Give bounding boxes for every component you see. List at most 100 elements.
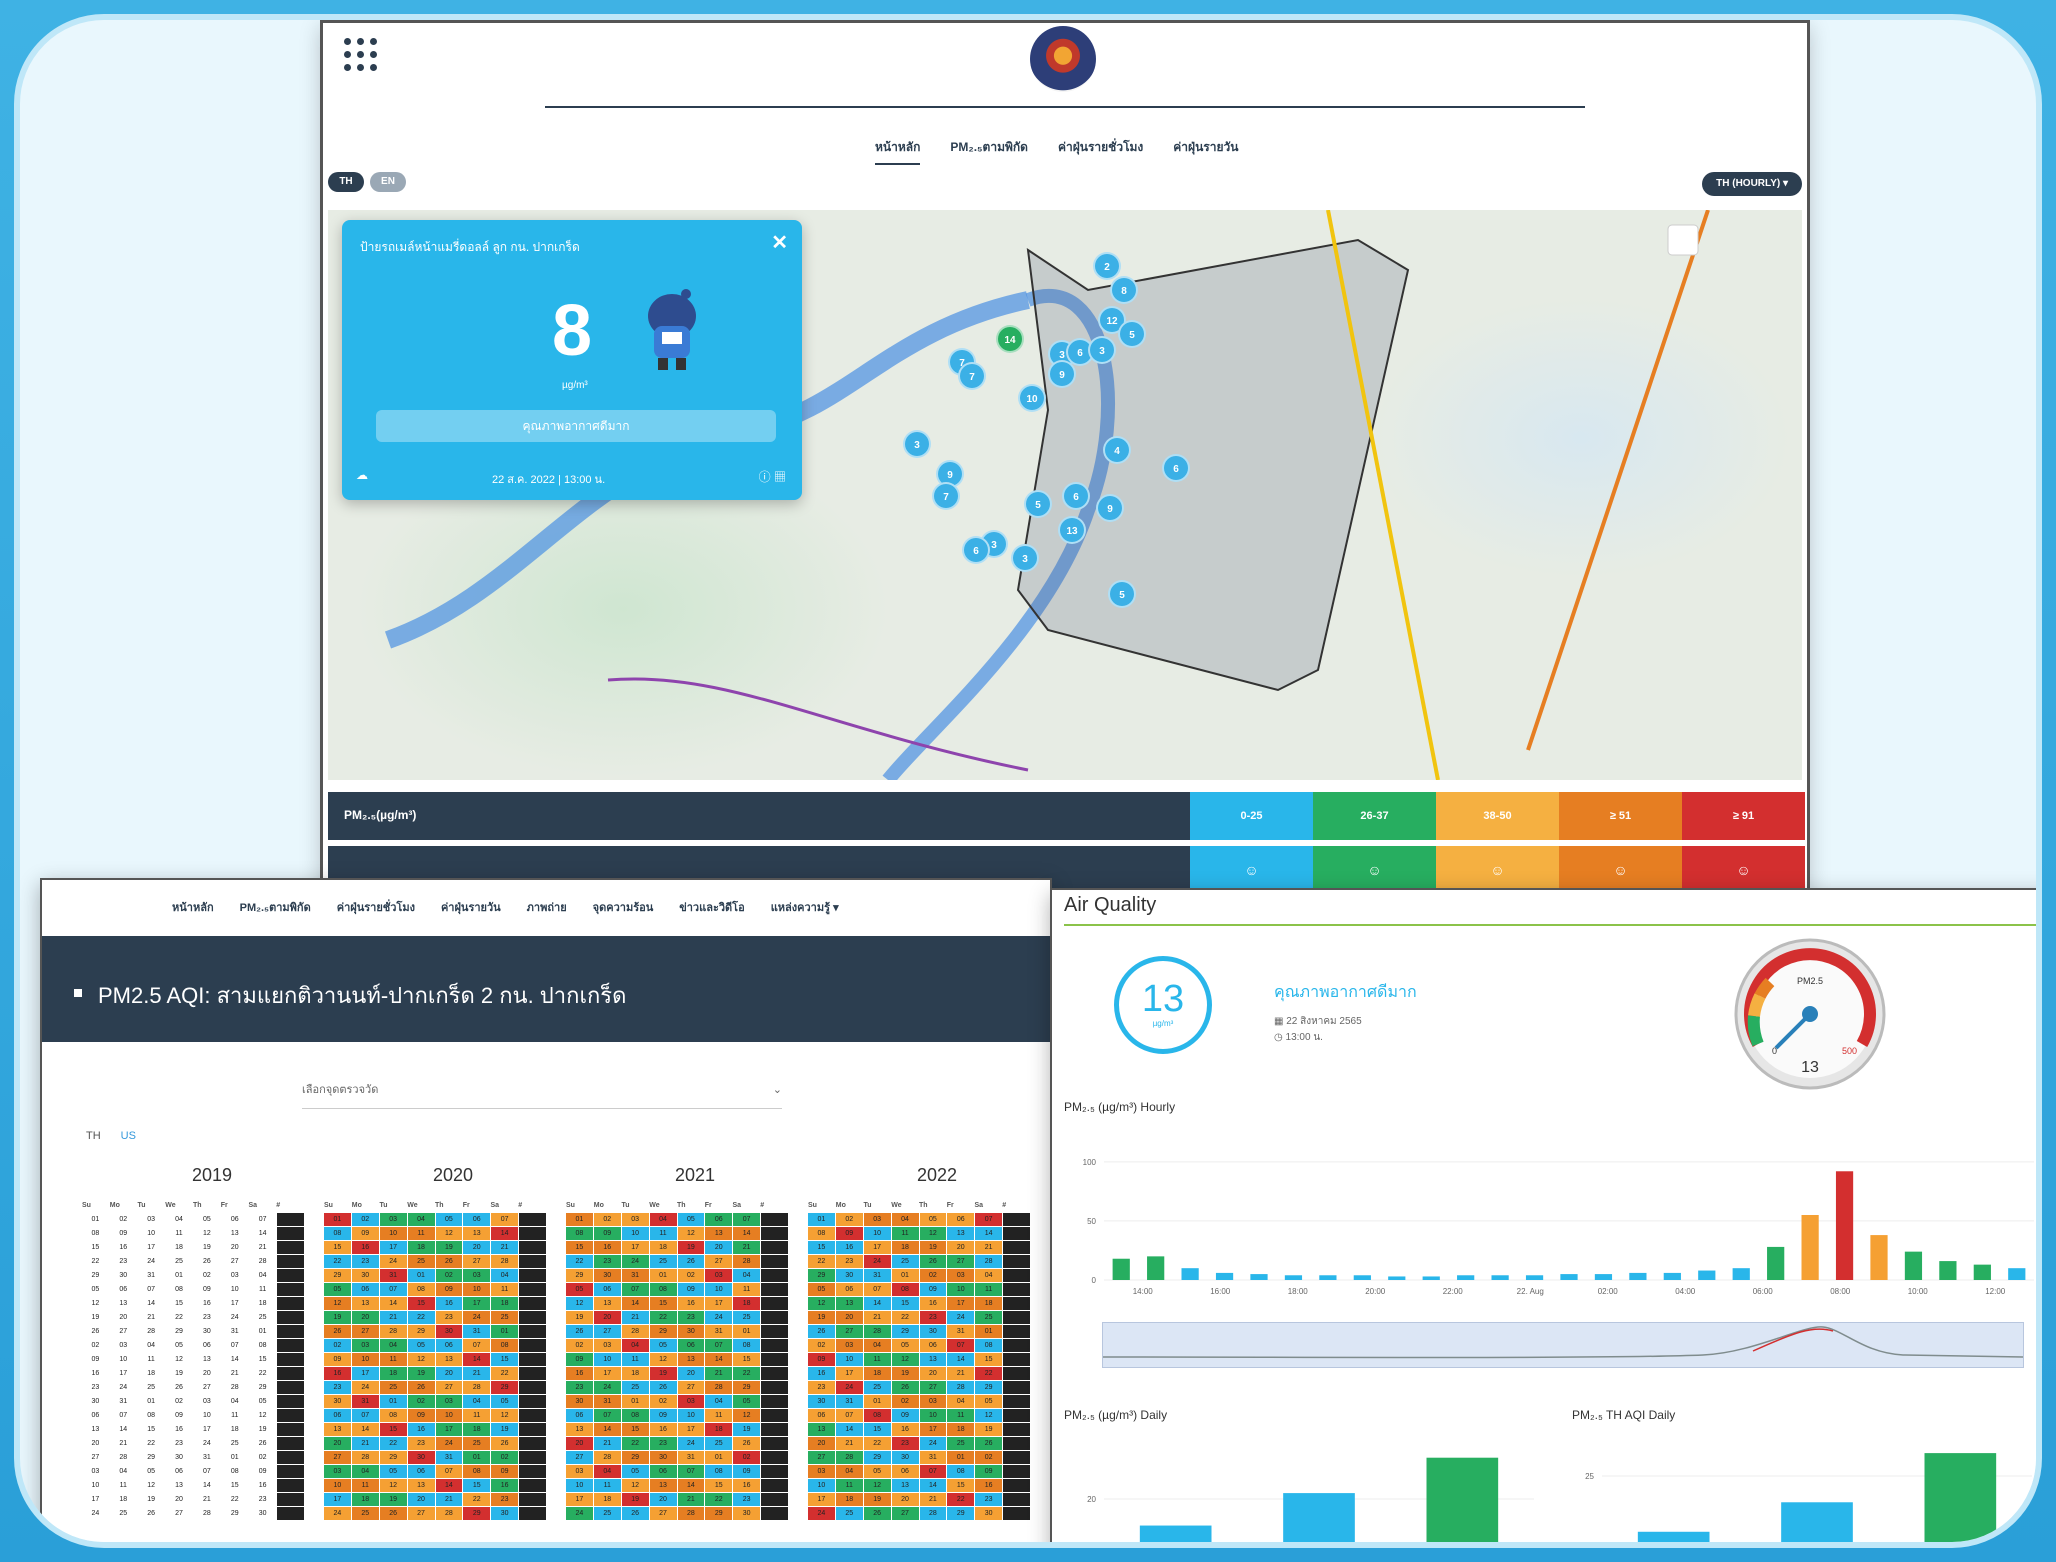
calendar-day-cell: 08 <box>705 1465 733 1478</box>
calendar-day-cell: 30 <box>593 1269 621 1282</box>
nav2-home[interactable]: หน้าหลัก <box>172 898 214 916</box>
calendar-day-cell: 18 <box>147 1370 156 1377</box>
week-number-cell <box>519 1213 546 1226</box>
calendar-day-cell: 12 <box>808 1297 835 1310</box>
map-station-marker[interactable]: 6 <box>1162 454 1190 482</box>
map-station-marker[interactable]: 4 <box>1103 436 1131 464</box>
calendar-day-cell: 27 <box>919 1381 947 1394</box>
calendar-day-cell: 18 <box>947 1423 975 1436</box>
mode-dropdown[interactable]: TH (HOURLY) ▾ <box>1702 172 1802 196</box>
calendar-day-cell: 21 <box>835 1437 863 1450</box>
map-station-marker[interactable]: 14 <box>996 325 1024 353</box>
map-station-marker[interactable]: 6 <box>962 536 990 564</box>
week-number-cell <box>277 1465 304 1478</box>
weekday-label: Th <box>193 1202 202 1209</box>
nav2-daily[interactable]: ค่าฝุ่นรายวัน <box>441 898 501 916</box>
calendar-day-cell: 19 <box>91 1314 100 1321</box>
nav-hourly[interactable]: ค่าฝุ่นรายชั่วโมง <box>1058 138 1143 165</box>
calendar-day-cell: 15 <box>324 1241 351 1254</box>
mascot-orange-icon: ☺ <box>1559 846 1682 894</box>
lang-en-toggle[interactable]: EN <box>370 172 406 192</box>
calendar-day-cell: 18 <box>351 1493 379 1506</box>
map-view[interactable]: 2 8 12 5 3 14 6 3 9 7 10 7 4 9 3 7 6 9 5 13 3 6 3 6 5 ป้ายรถเมล์… <box>328 210 1802 780</box>
chart-navigator[interactable] <box>1102 1322 2024 1368</box>
map-station-marker[interactable]: 13 <box>1058 516 1086 544</box>
calendar-day-cell: 06 <box>435 1339 463 1352</box>
calendar-day-cell: 07 <box>491 1213 519 1226</box>
year-2019: 2019 <box>191 1165 233 1185</box>
map-station-marker[interactable]: 2 <box>1093 252 1121 280</box>
nav2-hourly[interactable]: ค่าฝุ่นรายชั่วโมง <box>337 898 415 916</box>
calendar-day-cell: 30 <box>91 1398 100 1405</box>
map-station-marker[interactable]: 3 <box>1011 544 1039 572</box>
calendar-day-cell: 25 <box>947 1437 975 1450</box>
calendar-day-cell: 18 <box>975 1297 1003 1310</box>
calendar-day-cell: 25 <box>230 1440 239 1447</box>
map-station-marker[interactable]: 9 <box>1048 360 1076 388</box>
map-station-marker[interactable]: 5 <box>1118 320 1146 348</box>
nav2-hotspots[interactable]: จุดความร้อน <box>593 898 654 916</box>
calendar-day-cell: 17 <box>947 1297 975 1310</box>
map-station-marker[interactable]: 8 <box>1110 276 1138 304</box>
nav-home[interactable]: หน้าหลัก <box>875 138 921 165</box>
calendar-day-cell: 01 <box>733 1325 761 1338</box>
calendar-day-cell: 12 <box>621 1479 649 1492</box>
hourly-bar <box>1870 1235 1888 1280</box>
calendar-day-cell: 03 <box>324 1465 351 1478</box>
calendar-day-cell: 18 <box>258 1300 267 1307</box>
calendar-day-cell: 02 <box>677 1269 705 1282</box>
map-station-marker[interactable]: 9 <box>1096 494 1124 522</box>
calendar-day-cell: 04 <box>863 1339 891 1352</box>
nav-daily[interactable]: ค่าฝุ่นรายวัน <box>1173 138 1238 165</box>
calendar-day-cell: 12 <box>863 1479 891 1492</box>
map-station-marker[interactable]: 7 <box>958 362 986 390</box>
week-number-cell <box>1003 1395 1030 1408</box>
calendar-day-cell: 02 <box>566 1339 593 1352</box>
map-station-marker[interactable]: 5 <box>1108 580 1136 608</box>
calendar-day-cell: 18 <box>621 1367 649 1380</box>
info-icon[interactable]: ⓘ ▦ <box>759 468 786 485</box>
nav2-knowledge[interactable]: แหล่งความรู้ ▾ <box>771 898 839 916</box>
calendar-day-cell: 03 <box>119 1342 128 1349</box>
close-icon[interactable]: ✕ <box>771 230 788 255</box>
map-station-marker[interactable]: 6 <box>1062 482 1090 510</box>
calendar-day-cell: 03 <box>947 1269 975 1282</box>
lang-th-toggle[interactable]: TH <box>328 172 364 192</box>
map-station-marker[interactable]: 10 <box>1018 384 1046 412</box>
map-station-marker[interactable]: 7 <box>932 482 960 510</box>
map-station-marker[interactable]: 3 <box>1088 336 1116 364</box>
calendar-day-cell: 28 <box>203 1510 211 1517</box>
calendar-day-cell: 13 <box>91 1426 100 1433</box>
calendar-day-cell: 30 <box>351 1269 379 1282</box>
nav2-photos[interactable]: ภาพถ่าย <box>527 898 567 916</box>
calendar-day-cell: 29 <box>463 1507 491 1520</box>
calendar-day-cell: 20 <box>435 1367 463 1380</box>
y-tick-label: 0 <box>1092 1276 1097 1285</box>
aq-time: ◷ 13:00 น. <box>1274 1032 1323 1043</box>
calendar-day-cell: 23 <box>491 1493 519 1506</box>
tab-th[interactable]: TH <box>86 1130 101 1142</box>
tab-us[interactable]: US <box>121 1130 136 1142</box>
nav-pm25-location[interactable]: PM₂.₅ตามพิกัด <box>950 138 1028 165</box>
calendar-day-cell: 29 <box>863 1451 891 1464</box>
calendar-day-cell: 08 <box>324 1227 351 1240</box>
weekday-label: # <box>276 1202 281 1209</box>
calendar-day-cell: 06 <box>119 1286 128 1293</box>
nav2-news[interactable]: ข่าวและวิดีโอ <box>679 898 744 916</box>
calendar-day-cell: 19 <box>147 1496 156 1503</box>
apps-grid-icon[interactable] <box>344 38 378 72</box>
calendar-day-cell: 15 <box>891 1297 919 1310</box>
calendar-day-cell: 23 <box>835 1255 863 1268</box>
calendar-day-cell: 14 <box>203 1482 211 1489</box>
calendar-day-cell: 01 <box>324 1213 351 1226</box>
calendar-day-cell: 15 <box>621 1423 649 1436</box>
nav2-pm25[interactable]: PM₂.₅ตามพิกัด <box>240 898 311 916</box>
calendar-day-cell: 25 <box>119 1510 128 1517</box>
map-station-marker[interactable]: 5 <box>1024 490 1052 518</box>
station-select[interactable]: เลือกจุดตรวจวัด ⌄ <box>302 1072 782 1109</box>
map-station-marker[interactable]: 3 <box>903 430 931 458</box>
calendar-day-cell: 24 <box>324 1507 351 1520</box>
calendar-day-cell: 25 <box>733 1311 761 1324</box>
calendar-day-cell: 11 <box>351 1479 379 1492</box>
top-nav: หน้าหลัก PM₂.₅ตามพิกัด ค่าฝุ่นรายชั่วโมง… <box>875 138 1238 165</box>
